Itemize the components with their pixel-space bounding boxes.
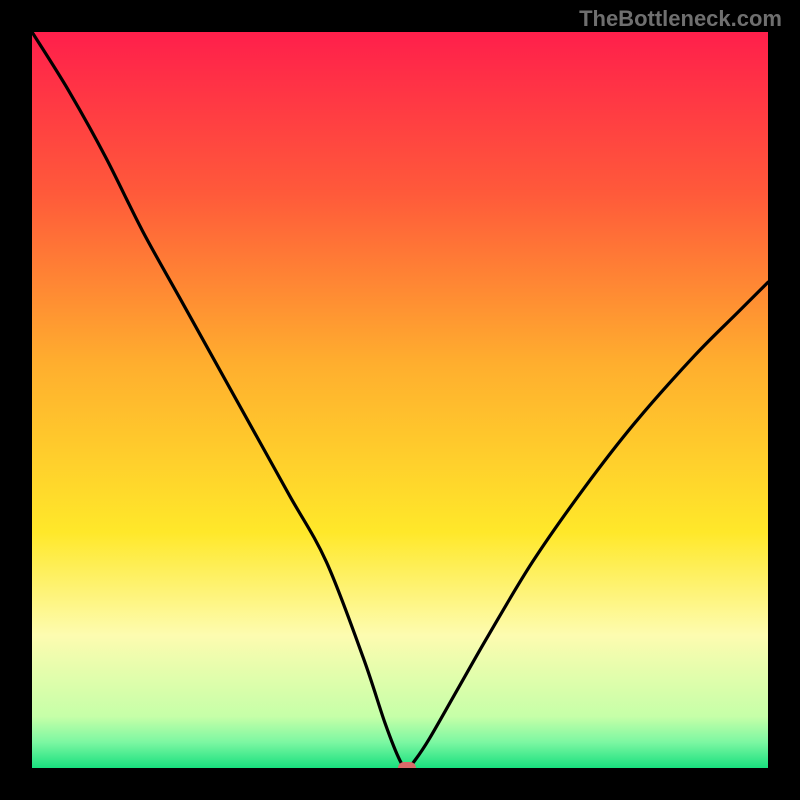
plot-area [32,32,768,768]
chart-frame: TheBottleneck.com [0,0,800,800]
bottleneck-curve [32,32,768,768]
watermark-text: TheBottleneck.com [579,6,782,32]
optimum-marker [398,762,416,768]
